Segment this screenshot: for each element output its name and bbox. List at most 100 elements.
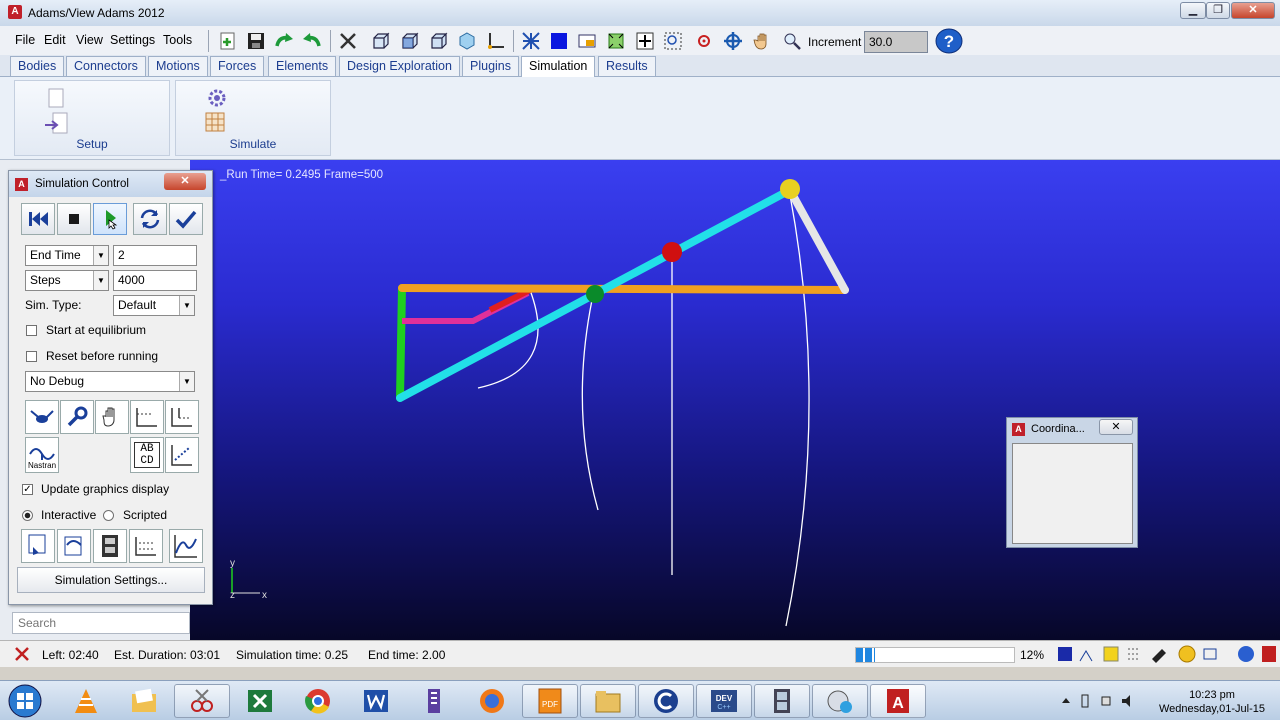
tab-simulation[interactable]: Simulation [521, 56, 596, 77]
tab-plugins[interactable]: Plugins [462, 56, 519, 76]
stop-button[interactable] [57, 203, 91, 235]
save-sim-button[interactable] [21, 529, 55, 563]
postprocessor-button[interactable] [169, 529, 203, 563]
excel-icon[interactable] [232, 684, 288, 718]
view-front-icon[interactable] [368, 29, 392, 53]
rotate-icon[interactable] [721, 29, 745, 53]
redo-icon[interactable] [272, 29, 296, 53]
animation-button[interactable] [93, 529, 127, 563]
steps-select[interactable]: Steps ▼ [25, 270, 109, 291]
video-player-icon[interactable] [754, 684, 810, 718]
triad-icon[interactable] [483, 29, 507, 53]
firefox-icon[interactable] [464, 684, 520, 718]
view-top-icon[interactable] [397, 29, 421, 53]
tab-design-exploration[interactable]: Design Exploration [339, 56, 460, 76]
view-iso-icon[interactable] [455, 29, 479, 53]
debug-select[interactable]: No Debug ▼ [25, 371, 195, 392]
sim-type-select[interactable]: Default ▼ [113, 295, 195, 316]
close-button[interactable]: ✕ [1231, 2, 1275, 19]
end-time-select[interactable]: End Time ▼ [25, 245, 109, 266]
coord-close-button[interactable]: ✕ [1099, 419, 1133, 435]
start-equilibrium-checkbox[interactable] [26, 325, 37, 336]
model-viewport[interactable]: y z x [190, 160, 1280, 640]
save-icon[interactable] [244, 29, 268, 53]
setup-doc-icon[interactable] [45, 87, 69, 109]
start-button-icon[interactable] [6, 683, 44, 719]
tools-icon[interactable] [336, 29, 360, 53]
measure-button[interactable] [165, 400, 199, 434]
pdf-icon[interactable]: PDF [522, 684, 578, 718]
scripted-radio[interactable] [103, 510, 114, 521]
snipping-tool-icon[interactable] [174, 684, 230, 718]
reset-button[interactable] [133, 203, 167, 235]
end-time-input[interactable]: 2 [113, 245, 197, 266]
table-button[interactable] [129, 529, 163, 563]
scan-button[interactable] [165, 437, 199, 473]
tab-motions[interactable]: Motions [148, 56, 208, 76]
zoom-window-icon[interactable] [575, 29, 599, 53]
ok-button[interactable] [169, 203, 203, 235]
ccleaner-icon[interactable] [638, 684, 694, 718]
select-icon[interactable] [519, 29, 543, 53]
menu-file[interactable]: File [15, 33, 35, 47]
search-input[interactable] [12, 612, 190, 634]
expand-icon[interactable] [633, 29, 657, 53]
tab-results[interactable]: Results [598, 56, 656, 76]
reset-before-running-checkbox[interactable] [26, 351, 37, 362]
sim-panel-close-button[interactable]: ✕ [164, 173, 206, 190]
render-icon[interactable] [547, 29, 571, 53]
tab-bodies[interactable]: Bodies [10, 56, 65, 76]
tab-elements[interactable]: Elements [268, 56, 337, 76]
play-button[interactable] [93, 203, 127, 235]
undo-icon[interactable] [300, 29, 324, 53]
help-icon[interactable]: ? [934, 28, 964, 54]
coord-content [1012, 443, 1133, 544]
word-icon[interactable] [348, 684, 404, 718]
menu-edit[interactable]: Edit [44, 33, 66, 47]
menu-tools[interactable]: Tools [163, 33, 192, 47]
wrench-button[interactable] [60, 400, 94, 434]
tray-icons[interactable] [1058, 693, 1138, 709]
sensor-button[interactable] [25, 400, 59, 434]
pan-hand-icon[interactable] [751, 29, 775, 53]
simulation-settings-button[interactable]: Simulation Settings... [17, 567, 205, 593]
menu-settings[interactable]: Settings [110, 33, 155, 47]
center-icon[interactable] [692, 29, 716, 53]
explorer-icon[interactable] [580, 684, 636, 718]
increment-input[interactable] [864, 31, 928, 53]
tab-connectors[interactable]: Connectors [66, 56, 146, 76]
chevron-down-icon: ▼ [93, 271, 108, 290]
status-icons [1058, 645, 1276, 663]
abcd-button[interactable]: AB CD [130, 437, 164, 473]
folder-notes-icon[interactable] [116, 684, 172, 718]
clock[interactable]: 10:23 pm Wednesday,01-Jul-15 [1152, 688, 1272, 716]
zoom-box-icon[interactable] [661, 29, 685, 53]
simulate-table-icon[interactable] [204, 111, 228, 133]
view-side-icon[interactable] [426, 29, 450, 53]
interact-hand-button[interactable] [95, 400, 129, 434]
devcpp-icon[interactable]: DEV C++ [696, 684, 752, 718]
interactive-radio[interactable] [22, 510, 33, 521]
plot-button[interactable] [130, 400, 164, 434]
load-sim-button[interactable] [57, 529, 91, 563]
chrome-icon[interactable] [290, 684, 346, 718]
rewind-button[interactable] [21, 203, 55, 235]
fit-icon[interactable] [604, 29, 628, 53]
cancel-x-icon[interactable] [13, 645, 31, 663]
new-icon[interactable] [216, 29, 240, 53]
app-tower-icon[interactable] [406, 684, 462, 718]
steps-input[interactable]: 4000 [113, 270, 197, 291]
vlc-icon[interactable] [58, 684, 114, 718]
maximize-button[interactable]: ❐ [1206, 2, 1230, 19]
media-icon[interactable] [812, 684, 868, 718]
sim-panel-titlebar[interactable]: A Simulation Control ✕ [9, 171, 212, 197]
menu-view[interactable]: View [76, 33, 103, 47]
tab-forces[interactable]: Forces [210, 56, 265, 76]
setup-import-icon[interactable] [43, 111, 69, 135]
adams-taskbar-icon[interactable]: A [870, 684, 926, 718]
nastran-button[interactable]: Nastran [25, 437, 59, 473]
simulate-gear-icon[interactable] [206, 87, 228, 109]
update-graphics-checkbox[interactable]: ✓ [22, 484, 33, 495]
zoom-icon[interactable] [780, 29, 804, 53]
minimize-button[interactable]: ▁ [1180, 2, 1206, 19]
